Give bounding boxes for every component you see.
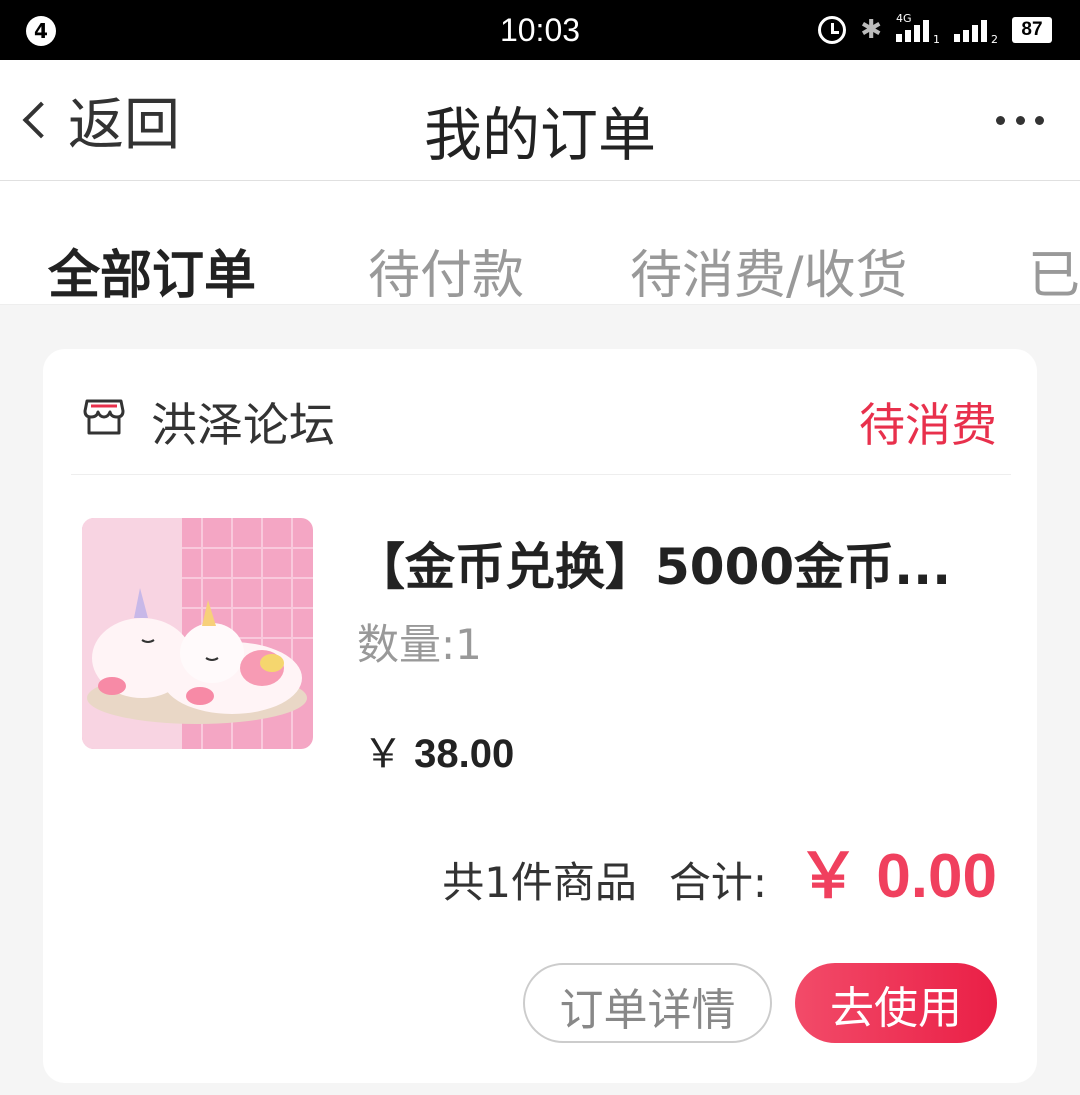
quantity: 数量:1 bbox=[357, 611, 482, 672]
network-type-label: 4G bbox=[896, 12, 912, 25]
total-currency: ￥ bbox=[797, 842, 860, 911]
total-label: 合计: bbox=[668, 858, 768, 907]
unit-price: ￥ 38.00 bbox=[363, 721, 514, 779]
page-title: 我的订单 bbox=[423, 101, 656, 169]
total-value: 0.00 bbox=[876, 842, 997, 911]
tab-pending-use-receipt[interactable]: 待消费/收货 bbox=[630, 233, 908, 304]
signal-icon: 2 bbox=[954, 16, 998, 46]
order-summary: 共1件商品 合计: ￥ 0.00 bbox=[442, 825, 997, 915]
status-icons: ✱ 4G 1 2 87 bbox=[818, 12, 1052, 48]
tab-all-orders[interactable]: 全部订单 bbox=[48, 233, 256, 304]
battery-icon: 87 bbox=[1012, 17, 1052, 43]
tab-pending-payment[interactable]: 待付款 bbox=[368, 233, 524, 304]
order-status: 待消费 bbox=[859, 398, 997, 452]
bluetooth-icon: ✱ bbox=[860, 15, 882, 45]
alarm-icon bbox=[818, 16, 847, 44]
more-icon[interactable] bbox=[996, 104, 1044, 136]
quantity-value: 1 bbox=[455, 620, 482, 669]
nav-bar: 返回 我的订单 bbox=[0, 60, 1080, 181]
status-bar: 4 10:03 ✱ 4G 1 2 87 bbox=[0, 0, 1080, 60]
shop-name: 洪泽论坛 bbox=[151, 398, 335, 452]
price-value: 38.00 bbox=[414, 732, 515, 776]
order-tabs: 全部订单 待付款 待消费/收货 已 bbox=[0, 181, 1080, 305]
quantity-label: 数量: bbox=[357, 620, 456, 669]
use-button[interactable]: 去使用 bbox=[795, 963, 997, 1043]
sim-slot-label: 2 bbox=[991, 33, 998, 46]
sim-slot-label: 1 bbox=[933, 33, 940, 46]
divider bbox=[71, 474, 1011, 475]
order-card[interactable]: 洪泽论坛 待消费 【金币兑换】5000金币... 数量:1 ￥ 38.00 共1… bbox=[43, 349, 1037, 1083]
tab-completed[interactable]: 已 bbox=[1028, 233, 1080, 304]
order-detail-button[interactable]: 订单详情 bbox=[523, 963, 772, 1043]
shop-header[interactable]: 洪泽论坛 待消费 bbox=[43, 349, 1037, 475]
product-image[interactable] bbox=[82, 518, 313, 749]
total-amount: ￥ 0.00 bbox=[797, 825, 997, 915]
item-count: 共1件商品 bbox=[442, 858, 637, 907]
price-currency: ￥ bbox=[363, 732, 403, 776]
product-title[interactable]: 【金币兑换】5000金币... bbox=[355, 527, 995, 599]
signal-icon: 4G 1 bbox=[896, 12, 940, 46]
shop-icon bbox=[83, 399, 125, 435]
